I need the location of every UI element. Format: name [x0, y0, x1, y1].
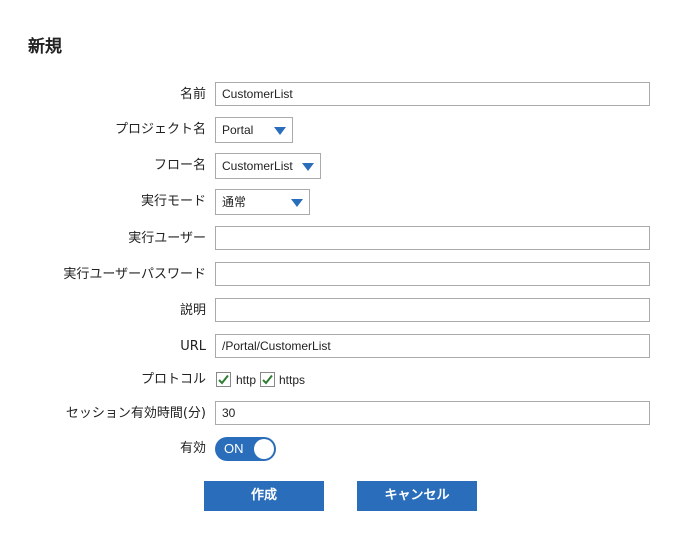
session-timeout-input[interactable]: [215, 401, 650, 425]
enabled-label: 有効: [179, 441, 206, 456]
project-select[interactable]: Portal: [215, 117, 293, 143]
exec-mode-row: 実行モード 通常: [0, 189, 679, 215]
chevron-down-icon: [291, 199, 303, 207]
exec-mode-select-value: 通常: [222, 195, 247, 209]
project-select-value: Portal: [222, 123, 254, 137]
name-row: 名前: [0, 82, 679, 108]
flow-row: フロー名 CustomerList: [0, 153, 679, 179]
project-label: プロジェクト名: [114, 122, 206, 137]
enabled-toggle[interactable]: ON: [215, 437, 276, 461]
exec-user-label: 実行ユーザー: [128, 231, 206, 246]
create-button[interactable]: 作成: [204, 481, 324, 511]
chevron-down-icon: [274, 127, 286, 135]
check-icon: [218, 374, 229, 385]
flow-select-value: CustomerList: [222, 159, 293, 173]
exec-user-input[interactable]: [215, 226, 650, 250]
name-label: 名前: [179, 87, 206, 102]
description-row: 説明: [0, 298, 679, 324]
exec-password-input[interactable]: [215, 262, 650, 286]
toggle-knob: [254, 439, 274, 459]
enabled-row: 有効 ON: [0, 436, 679, 462]
url-input[interactable]: [215, 334, 650, 358]
name-input[interactable]: [215, 82, 650, 106]
protocol-label: プロトコル: [140, 372, 206, 387]
project-row: プロジェクト名 Portal: [0, 117, 679, 143]
http-checkbox[interactable]: [216, 372, 231, 387]
exec-password-label: 実行ユーザーパスワード: [63, 267, 206, 282]
http-checkbox-label: http: [236, 373, 257, 387]
enabled-toggle-state: ON: [224, 441, 244, 456]
session-timeout-row: セッション有効時間(分): [0, 401, 679, 427]
exec-password-row: 実行ユーザーパスワード: [0, 262, 679, 288]
page-title: 新規: [28, 37, 62, 57]
flow-label: フロー名: [153, 158, 206, 173]
url-row: URL: [0, 334, 679, 360]
check-icon: [262, 374, 273, 385]
url-label: URL: [180, 339, 206, 354]
chevron-down-icon: [302, 163, 314, 171]
exec-mode-select[interactable]: 通常: [215, 189, 310, 215]
description-input[interactable]: [215, 298, 650, 322]
exec-user-row: 実行ユーザー: [0, 226, 679, 252]
exec-mode-label: 実行モード: [140, 194, 206, 209]
https-checkbox[interactable]: [260, 372, 275, 387]
flow-select[interactable]: CustomerList: [215, 153, 321, 179]
cancel-button[interactable]: キャンセル: [357, 481, 477, 511]
https-checkbox-label: https: [279, 373, 306, 387]
protocol-row: プロトコル http https: [0, 367, 679, 393]
description-label: 説明: [179, 303, 206, 318]
session-timeout-label: セッション有効時間(分): [65, 406, 206, 421]
